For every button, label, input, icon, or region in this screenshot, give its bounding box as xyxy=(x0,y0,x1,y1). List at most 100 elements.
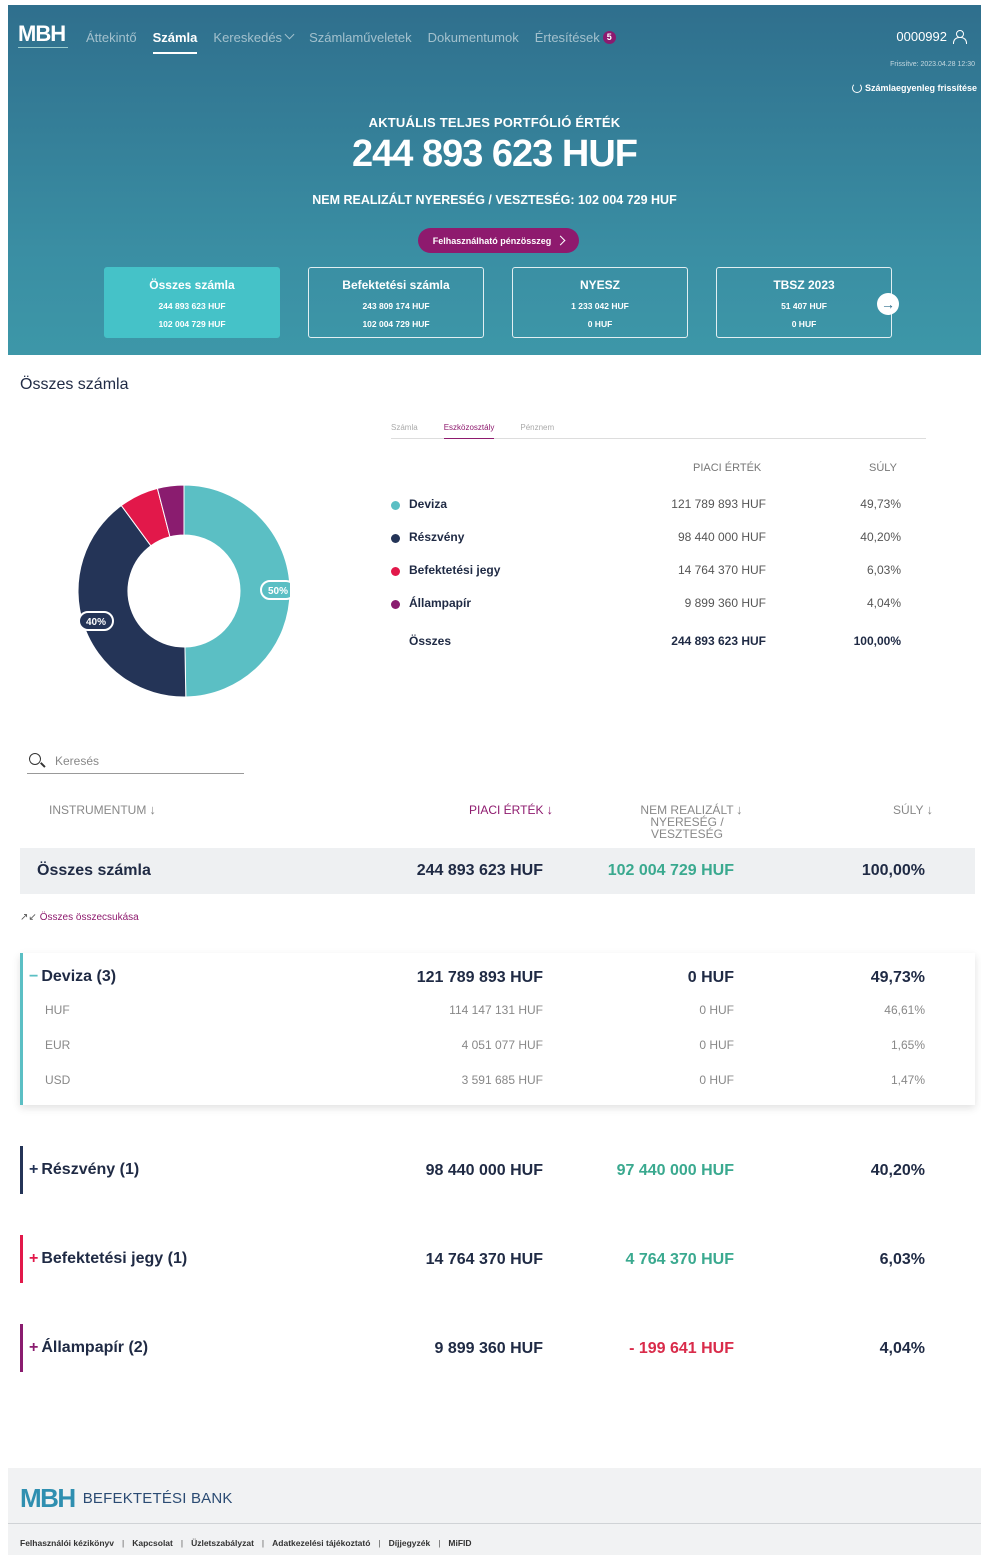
chevron-right-icon xyxy=(555,235,566,246)
footer-link-dijjegyzek[interactable]: Díjjegyzék xyxy=(389,1538,431,1548)
expand-plus-icon[interactable]: + xyxy=(29,1250,38,1267)
nav-item-ertesitesek-wrap[interactable]: Értesítések 5 xyxy=(535,30,616,45)
group-weight: 6,03% xyxy=(879,1251,925,1268)
column-header-label: PIACI ÉRTÉK xyxy=(469,803,544,817)
row-market-value: 3 591 685 HUF xyxy=(461,1073,543,1087)
footer-logo[interactable]: MBH BEFEKTETÉSI BANK xyxy=(20,1483,233,1514)
account-cards: Összes számla 244 893 623 HUF 102 004 72… xyxy=(104,267,892,338)
legend-label: Deviza xyxy=(409,497,448,511)
legend-header-market-value: PIACI ÉRTÉK xyxy=(693,462,762,474)
legend-header-weight: SÚLY xyxy=(869,462,897,474)
legend-value: 121 789 893 HUF xyxy=(671,497,766,511)
footer-link-adatkezelesi[interactable]: Adatkezelési tájékoztató xyxy=(272,1538,370,1548)
row-weight: 1,47% xyxy=(890,1073,925,1087)
legend-value: 9 899 360 HUF xyxy=(684,596,766,610)
sort-arrow-icon: ↓ xyxy=(546,802,553,817)
legend-row-total: Összes 244 893 623 HUF 100,00% xyxy=(391,633,911,653)
column-header-label: NEM REALIZÁLT NYERESÉG / VESZTESÉG xyxy=(640,803,734,841)
chevron-down-icon xyxy=(284,29,295,40)
expand-plus-icon[interactable]: + xyxy=(29,1161,38,1178)
footer-link-kapcsolat[interactable]: Kapcsolat xyxy=(132,1538,173,1548)
group-label: Részvény (1) xyxy=(41,1161,140,1178)
nav-item-kereskedes[interactable]: Kereskedés xyxy=(213,30,282,45)
legend-row-deviza: Deviza 121 789 893 HUF 49,73% xyxy=(391,496,911,516)
nav-item-attekinto[interactable]: Áttekintő xyxy=(86,30,137,45)
group-market-value: 14 764 370 HUF xyxy=(425,1251,543,1268)
search-box xyxy=(27,750,244,774)
available-funds-button[interactable]: Felhasználható pénzösszeg xyxy=(418,228,579,253)
group-label: Állampapír (2) xyxy=(41,1339,149,1356)
reszveny-dot xyxy=(391,534,400,543)
account-card-name: TBSZ 2023 xyxy=(773,278,835,292)
nav-item-szamla[interactable]: Számla xyxy=(152,30,197,54)
row-market-value: 114 147 131 HUF xyxy=(449,1003,543,1017)
nav-item-ertesitesek[interactable]: Értesítések xyxy=(535,30,600,45)
row-unrealized-pl: 0 HUF xyxy=(699,1038,734,1052)
table-row-huf[interactable]: HUF 114 147 131 HUF 0 HUF 46,61% xyxy=(20,1001,975,1021)
legend-label: Befektetési jegy xyxy=(409,563,501,577)
legend-weight: 40,20% xyxy=(860,530,901,544)
group-header-deviza[interactable]: − Deviza (3) 121 789 893 HUF 0 HUF 49,73% xyxy=(20,953,975,993)
legend-weight: 49,73% xyxy=(860,497,901,511)
account-menu[interactable]: 0000992 xyxy=(896,29,967,44)
unrealized-pl-value: 102 004 729 HUF xyxy=(578,193,677,207)
next-accounts-arrow-icon[interactable]: → xyxy=(877,293,899,315)
table-row-usd[interactable]: USD 3 591 685 HUF 0 HUF 1,47% xyxy=(20,1071,975,1091)
total-name: Összes számla xyxy=(37,862,151,879)
collapse-arrows-icon: ↗↙ xyxy=(20,912,37,923)
divider: | xyxy=(122,1538,125,1548)
row-weight: 46,61% xyxy=(884,1003,925,1017)
nav-item-kereskedes-wrap[interactable]: Kereskedés xyxy=(213,29,295,45)
group-header-allampapir[interactable]: + Állampapír (2) 9 899 360 HUF - 199 641 … xyxy=(20,1324,975,1364)
account-card-tbsz[interactable]: TBSZ 2023 51 407 HUF 0 HUF xyxy=(716,267,892,338)
mbh-logo[interactable]: MBH xyxy=(18,23,70,53)
deviza-percent-label: 50% xyxy=(260,580,290,600)
legend-label: Összes xyxy=(409,634,452,648)
footer-link-kezikonyv[interactable]: Felhasználói kézikönyv xyxy=(20,1538,114,1548)
group-market-value: 9 899 360 HUF xyxy=(434,1340,543,1357)
sort-arrow-icon[interactable]: ↓ xyxy=(736,803,743,816)
tab-szamla[interactable]: Számla xyxy=(391,423,418,438)
nav-item-szamlamuveletek[interactable]: Számlaműveletek xyxy=(309,30,412,45)
group-reszveny: + Részvény (1) 98 440 000 HUF 97 440 000 … xyxy=(20,1146,975,1194)
collapse-all-label: Összes összecsukása xyxy=(39,912,139,923)
tab-penznem[interactable]: Pénznem xyxy=(520,423,554,438)
account-card-nyesz[interactable]: NYESZ 1 233 042 HUF 0 HUF xyxy=(512,267,688,338)
column-header-weight[interactable]: SÚLY ↓ xyxy=(893,803,933,816)
portfolio-title: AKTUÁLIS TELJES PORTFÓLIÓ ÉRTÉK xyxy=(368,115,621,130)
column-header-instrument[interactable]: INSTRUMENTUM ↓ xyxy=(49,803,156,816)
refresh-icon xyxy=(851,83,862,93)
collapse-all-button[interactable]: ↗↙ Összes összecsukása xyxy=(20,912,139,923)
tab-eszkozosztaly[interactable]: Eszközosztály xyxy=(443,423,495,439)
column-header-unrealized-pl[interactable]: NEM REALIZÁLT NYERESÉG / VESZTESÉG xyxy=(637,804,737,840)
column-header-market-value[interactable]: PIACI ÉRTÉK ↓ xyxy=(469,802,553,817)
nav-item-dokumentumok[interactable]: Dokumentumok xyxy=(428,30,519,45)
refresh-balance-button[interactable]: Számlaegyenleg frissítése xyxy=(851,83,977,93)
row-market-value: 4 051 077 HUF xyxy=(461,1038,543,1052)
portfolio-header: MBH Áttekintő Számla Kereskedés Számlamű… xyxy=(8,5,981,355)
account-card-value: 51 407 HUF xyxy=(781,301,827,311)
footer-logo-mark: MBH xyxy=(20,1483,76,1513)
group-weight: 40,20% xyxy=(870,1162,925,1179)
account-card-pl: 0 HUF xyxy=(791,319,817,329)
account-card-osszes[interactable]: Összes számla 244 893 623 HUF 102 004 72… xyxy=(104,267,280,338)
search-input[interactable] xyxy=(55,752,235,770)
group-weight: 49,73% xyxy=(870,969,925,986)
footer-link-uzletszabalyzat[interactable]: Üzletszabályzat xyxy=(191,1538,254,1548)
group-header-befektetesi-jegy[interactable]: + Befektetési jegy (1) 14 764 370 HUF 4 7… xyxy=(20,1235,975,1275)
table-row-eur[interactable]: EUR 4 051 077 HUF 0 HUF 1,65% xyxy=(20,1036,975,1056)
footer-link-mifid[interactable]: MiFID xyxy=(448,1538,471,1548)
account-card-befektetesi[interactable]: Befektetési számla 243 809 174 HUF 102 0… xyxy=(308,267,484,338)
available-funds-label: Felhasználható pénzösszeg xyxy=(432,235,552,246)
group-befektetesi-jegy: + Befektetési jegy (1) 14 764 370 HUF 4 7… xyxy=(20,1235,975,1283)
legend-weight: 100,00% xyxy=(853,634,901,648)
collapse-minus-icon[interactable]: − xyxy=(29,968,38,985)
expand-plus-icon[interactable]: + xyxy=(29,1339,38,1356)
group-unrealized-pl: 97 440 000 HUF xyxy=(616,1162,734,1179)
group-market-value: 98 440 000 HUF xyxy=(425,1162,543,1179)
legend-value: 14 764 370 HUF xyxy=(677,563,766,577)
group-name: − Deviza (3) xyxy=(29,968,116,986)
refresh-label: Számlaegyenleg frissítése xyxy=(864,83,977,93)
group-header-reszveny[interactable]: + Részvény (1) 98 440 000 HUF 97 440 000 … xyxy=(20,1146,975,1186)
section-title: Összes számla xyxy=(20,376,129,393)
